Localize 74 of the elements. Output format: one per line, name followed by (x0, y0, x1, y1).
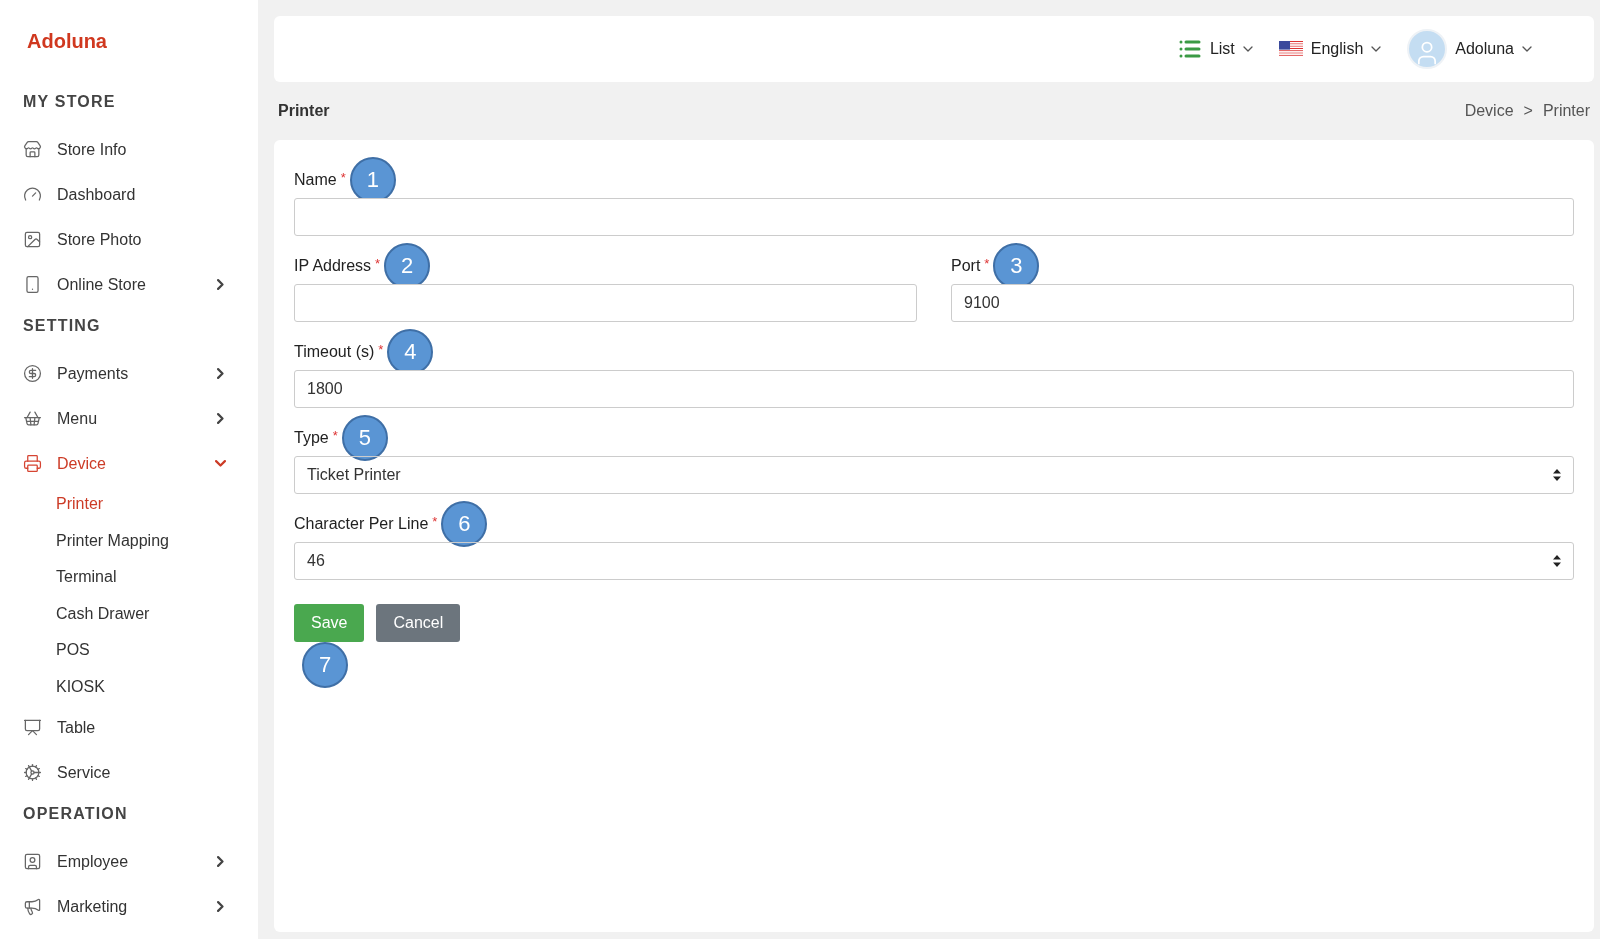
sidebar-item[interactable]: Marketing (23, 884, 234, 929)
sidebar-item[interactable]: Menu (23, 396, 234, 441)
required-mark: * (340, 170, 346, 185)
chevron-down-icon (215, 460, 226, 467)
section-title: OPERATION (23, 805, 129, 824)
required-mark: * (984, 256, 990, 271)
chevron-right-icon (217, 413, 224, 424)
gear-icon (23, 763, 42, 782)
header-menu[interactable]: English (1278, 40, 1382, 58)
sidebar-subitem[interactable]: Cash Drawer (23, 595, 234, 632)
id-badge-icon (23, 852, 42, 871)
sidebar-item[interactable]: Service (23, 750, 234, 795)
text-field[interactable]: 9100 (951, 284, 1574, 322)
chevron-right-icon (217, 368, 224, 379)
chevron-down-icon (1522, 46, 1532, 52)
chevron-right-icon (217, 901, 224, 912)
sidebar-item[interactable]: Store Info (23, 127, 234, 172)
sidebar-item[interactable]: Store Photo (23, 217, 234, 262)
sidebar-item[interactable]: Device (23, 441, 234, 486)
sidebar-item[interactable]: Dashboard (23, 172, 234, 217)
breadcrumb-separator: > (1523, 102, 1533, 120)
field-label: Name (294, 171, 337, 189)
field-label: Timeout (s) (294, 343, 375, 361)
chevron-down-icon (1242, 46, 1253, 52)
sidebar-subitem[interactable]: Printer (23, 486, 234, 523)
sidebar-subitem[interactable]: POS (23, 632, 234, 669)
sidebar-subitem[interactable]: Terminal (23, 559, 234, 596)
step-marker: 6 (441, 501, 488, 547)
required-mark: * (375, 256, 381, 271)
phone-icon (23, 275, 42, 294)
page-title: Printer (278, 102, 330, 120)
dollar-icon (23, 364, 42, 383)
required-mark: * (432, 514, 438, 529)
select-arrows-icon (1553, 555, 1561, 567)
field-label: Character Per Line (294, 515, 429, 533)
header-menu[interactable]: Adoluna (1407, 29, 1532, 69)
select-arrows-icon (1553, 469, 1561, 481)
step-marker: 7 (302, 642, 348, 688)
required-mark: * (332, 428, 338, 443)
sidebar-subitem[interactable]: KIOSK (23, 668, 234, 705)
field-label: IP Address (294, 257, 372, 275)
storefront-icon (23, 140, 42, 159)
field-label: Type (294, 429, 329, 447)
gauge-icon (23, 185, 42, 204)
step-marker: 5 (341, 415, 388, 461)
header-menu[interactable]: List (1177, 37, 1253, 61)
sidebar-item[interactable]: Payments (23, 351, 234, 396)
text-field[interactable] (294, 198, 1574, 236)
chevron-down-icon (1371, 46, 1382, 52)
field-label: Port (951, 257, 981, 275)
flag-icon (1278, 41, 1303, 57)
text-field[interactable]: 1800 (294, 370, 1574, 408)
sidebar-item[interactable]: Table (23, 705, 234, 750)
chevron-right-icon (217, 856, 224, 867)
basket-icon (23, 409, 42, 428)
chevron-right-icon (217, 279, 224, 290)
printer-icon (23, 454, 42, 473)
breadcrumb-item: Printer (1542, 102, 1590, 120)
sidebar-subitem[interactable]: Printer Mapping (23, 522, 234, 559)
select-field[interactable]: 46 (294, 542, 1574, 580)
text-field[interactable] (294, 284, 917, 322)
avatar-icon (1407, 29, 1448, 69)
select-field[interactable]: Ticket Printer (294, 456, 1574, 494)
sidebar-item[interactable]: Employee (23, 839, 234, 884)
section-title: MY STORE (23, 93, 117, 112)
cancel-button[interactable]: Cancel (376, 604, 461, 642)
megaphone-icon (23, 897, 42, 916)
easel-icon (23, 718, 42, 737)
logo: Adoluna (27, 30, 108, 53)
section-title: SETTING (23, 317, 102, 336)
required-mark: * (378, 342, 384, 357)
sidebar-item[interactable]: Online Store (23, 262, 234, 307)
image-icon (23, 230, 42, 249)
breadcrumb-item[interactable]: Device (1464, 102, 1514, 120)
